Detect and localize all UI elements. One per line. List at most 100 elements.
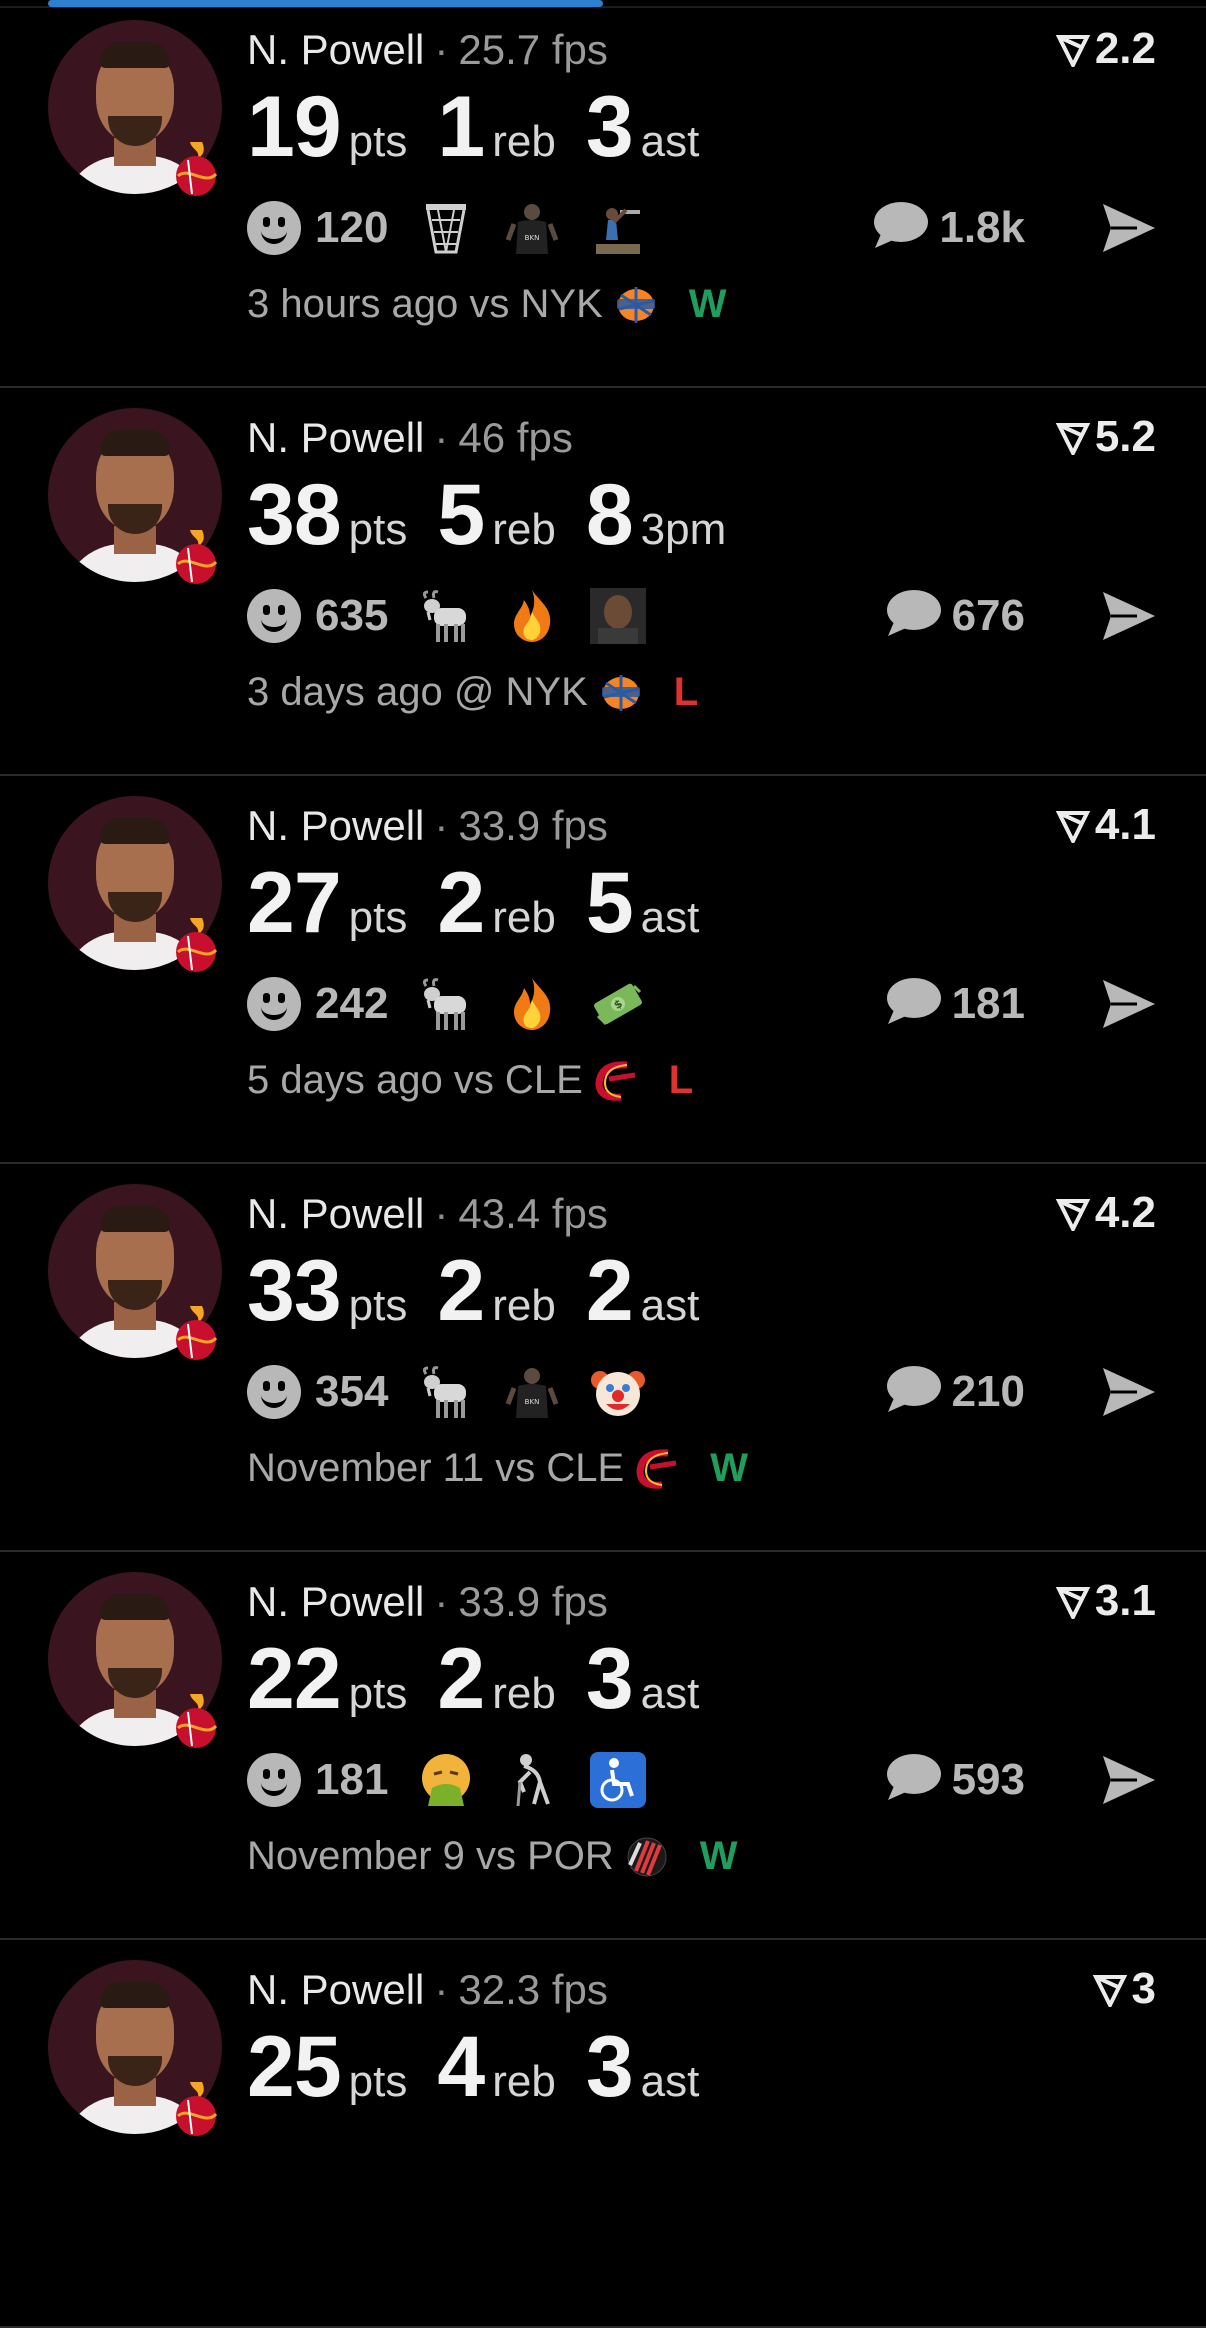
stat-label: pts	[348, 893, 408, 942]
stat-value: 2	[437, 1243, 485, 1339]
rating: 3.1	[1055, 1576, 1156, 1626]
game-time: November 11 vs CLE	[247, 1446, 625, 1490]
rating-icon	[1055, 800, 1095, 849]
stat-label: ast	[640, 893, 700, 942]
comments-button[interactable]: 676	[884, 588, 1025, 643]
stat-pts: 27 pts	[247, 854, 407, 953]
reactions[interactable]: 635	[247, 588, 676, 644]
stat-ast: 5 ast	[586, 854, 700, 953]
game-result: W	[710, 1446, 748, 1490]
stat-label: reb	[492, 1669, 556, 1718]
send-icon[interactable]	[1101, 978, 1157, 1035]
game-card[interactable]: N. Powell · 33.9 fps 4.1 27 pts 2 reb 5 ast 242…	[0, 776, 1206, 1164]
comments-button[interactable]: 1.8k	[871, 200, 1025, 255]
stat-ast: 3 ast	[586, 1630, 700, 1729]
stat-label: reb	[492, 505, 556, 554]
reactions-count: 635	[315, 591, 389, 640]
comments-count: 210	[951, 1366, 1025, 1416]
player-name[interactable]: N. Powell	[247, 26, 424, 73]
rating: 3	[1092, 1964, 1156, 2014]
smile-icon[interactable]	[247, 977, 301, 1031]
rating-icon	[1055, 412, 1095, 461]
game-card[interactable]: N. Powell · 25.7 fps 2.2 19 pts 1 reb 3 ast 120…	[0, 0, 1206, 388]
svg-text:BKN: BKN	[525, 1398, 540, 1406]
vomit-icon[interactable]	[418, 1752, 474, 1808]
reactions[interactable]: 354 BKN	[247, 1364, 676, 1420]
game-info: 3 days ago @ NYK L	[247, 670, 698, 715]
game-result: L	[668, 1058, 694, 1102]
reactions-row: 120 BKN 1.8k	[247, 200, 1157, 260]
reactions-row: 242 $ 181	[247, 976, 1157, 1036]
smile-icon[interactable]	[247, 201, 301, 255]
rating-value: 4.2	[1094, 1188, 1156, 1237]
basketball-hoop-icon[interactable]	[418, 200, 474, 256]
stat-ast: 2 ast	[586, 1242, 700, 1341]
send-icon[interactable]	[1101, 590, 1157, 647]
heat-logo-icon	[170, 1692, 226, 1752]
fire-icon[interactable]	[504, 976, 560, 1032]
fire-icon[interactable]	[504, 588, 560, 644]
blazers-logo-icon	[622, 1835, 672, 1879]
smile-icon[interactable]	[247, 1365, 301, 1419]
stat-label: ast	[640, 1669, 700, 1718]
stat-pts: 38 pts	[247, 466, 407, 565]
nets-player-icon[interactable]: BKN	[504, 1364, 560, 1420]
smile-icon[interactable]	[247, 1753, 301, 1807]
game-result: L	[673, 670, 699, 714]
player-name[interactable]: N. Powell	[247, 1190, 424, 1237]
stat-label: pts	[348, 505, 408, 554]
send-icon[interactable]	[1101, 1366, 1157, 1423]
man-face-icon[interactable]	[590, 588, 647, 644]
rating-icon	[1055, 24, 1095, 73]
comments-count: 593	[951, 1754, 1025, 1804]
reactions[interactable]: 120 BKN	[247, 200, 676, 256]
reactions[interactable]: 242 $	[247, 976, 676, 1032]
knicks-logo-icon	[596, 671, 646, 715]
comments-button[interactable]: 210	[884, 1364, 1025, 1419]
player-name[interactable]: N. Powell	[247, 414, 424, 461]
comments-button[interactable]: 593	[884, 1752, 1025, 1807]
goat-icon[interactable]	[418, 976, 474, 1032]
clown-icon[interactable]	[590, 1364, 646, 1420]
game-info: 3 hours ago vs NYK W	[247, 282, 727, 327]
comment-bubble-icon	[884, 976, 942, 1031]
money-icon[interactable]: $	[590, 976, 646, 1032]
stat-line: 22 pts 2 reb 3 ast	[247, 1630, 729, 1729]
send-icon[interactable]	[1101, 202, 1157, 259]
player-name[interactable]: N. Powell	[247, 802, 424, 849]
dunk-player-icon[interactable]	[590, 200, 646, 256]
send-icon[interactable]	[1101, 1754, 1157, 1811]
rating: 4.2	[1055, 1188, 1156, 1238]
stat-value: 5	[437, 467, 485, 563]
stat-value: 27	[247, 855, 342, 951]
nets-player-icon[interactable]: BKN	[504, 200, 560, 256]
wheelchair-icon[interactable]	[590, 1752, 647, 1808]
separator-dot: ·	[434, 1190, 449, 1237]
separator-dot: ·	[434, 414, 449, 461]
game-card[interactable]: N. Powell · 33.9 fps 3.1 22 pts 2 reb 3 ast 181…	[0, 1552, 1206, 1940]
rating-icon	[1055, 1188, 1095, 1237]
comments-button[interactable]: 181	[884, 976, 1025, 1031]
reactions-row: 181 593	[247, 1752, 1157, 1812]
comment-bubble-icon	[871, 200, 929, 255]
stat-value: 2	[437, 1631, 485, 1727]
game-card[interactable]: N. Powell · 43.4 fps 4.2 33 pts 2 reb 2 ast 354…	[0, 1164, 1206, 1552]
fantasy-points: 43.4 fps	[458, 1190, 608, 1237]
player-header: N. Powell · 33.9 fps	[247, 1578, 608, 1626]
old-man-icon[interactable]	[504, 1752, 560, 1808]
rating-icon	[1092, 1964, 1132, 2013]
stat-pts: 19 pts	[247, 78, 407, 177]
stat-ast: 3 ast	[586, 2018, 700, 2117]
player-name[interactable]: N. Powell	[247, 1578, 424, 1625]
stat-label: reb	[492, 1281, 556, 1330]
player-name[interactable]: N. Powell	[247, 1966, 424, 2013]
goat-icon[interactable]	[418, 588, 474, 644]
stat-value: 8	[585, 467, 634, 563]
separator-dot: ·	[434, 26, 449, 73]
game-card[interactable]: N. Powell · 46 fps 5.2 38 pts 5 reb 8 3pm 635 6…	[0, 388, 1206, 776]
reactions[interactable]: 181	[247, 1752, 676, 1808]
goat-icon[interactable]	[418, 1364, 474, 1420]
game-card[interactable]: N. Powell · 32.3 fps 3 25 pts 4 reb 3 ast	[0, 1940, 1206, 2328]
stat-value: 38	[247, 467, 342, 563]
smile-icon[interactable]	[247, 589, 301, 643]
